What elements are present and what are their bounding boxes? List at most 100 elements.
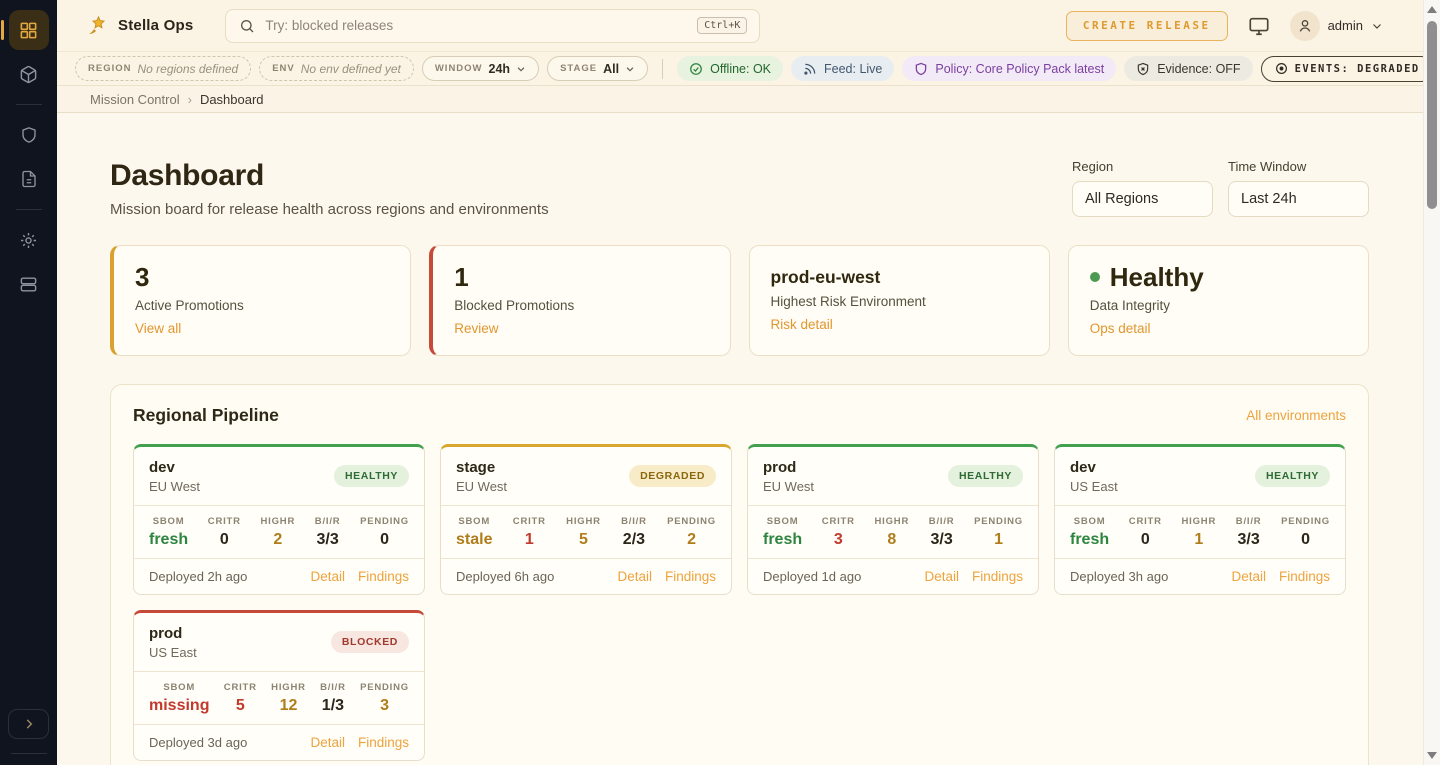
policy-status-text: Policy: Core Policy Pack latest (935, 62, 1104, 76)
status-badge: HEALTHY (948, 465, 1023, 487)
sidebar-item-documents[interactable] (9, 159, 49, 199)
region-filter-value: No regions defined (137, 62, 238, 76)
stat-value: 1 (454, 263, 708, 292)
metric-pending: PENDING2 (667, 516, 716, 549)
deployed-timestamp: Deployed 6h ago (456, 569, 554, 584)
view-all-link[interactable]: View all (135, 321, 181, 336)
metric-sbom: SBOMstale (456, 516, 492, 549)
search-input[interactable] (265, 18, 687, 33)
findings-link[interactable]: Findings (358, 735, 409, 750)
page-filters: Region All Regions Time Window Last 24h (1072, 159, 1369, 217)
environment-region: EU West (456, 479, 507, 494)
env-filter-pill[interactable]: ENV No env defined yet (259, 56, 414, 81)
detail-link[interactable]: Detail (1231, 569, 1266, 584)
shield-icon (20, 126, 38, 144)
server-stack-icon (19, 275, 38, 294)
detail-link[interactable]: Detail (924, 569, 959, 584)
risk-detail-link[interactable]: Risk detail (771, 317, 833, 332)
evidence-status-chip: Evidence: OFF (1124, 56, 1252, 81)
findings-link[interactable]: Findings (972, 569, 1023, 584)
divider (662, 59, 663, 79)
metric-bir: B/I/R3/3 (929, 516, 955, 549)
scrollbar-thumb[interactable] (1427, 21, 1437, 209)
target-dot-icon (1275, 62, 1288, 75)
grid-dashboard-icon (19, 21, 38, 40)
healthy-dot-icon (1090, 272, 1100, 282)
sidebar-expand-button[interactable] (8, 709, 49, 739)
chevron-down-icon (1371, 20, 1383, 32)
stat-card-active-promotions: 3 Active Promotions View all (110, 245, 411, 356)
metric-sbom: SBOMfresh (149, 516, 188, 549)
ops-detail-link[interactable]: Ops detail (1090, 321, 1151, 336)
sidebar-item-releases[interactable] (9, 54, 49, 94)
top-bar: Stella Ops Ctrl+K CREATE RELEASE ad (57, 0, 1423, 52)
top-bar-actions: CREATE RELEASE admin (1066, 11, 1383, 41)
breadcrumb: Mission Control › Dashboard (57, 86, 1423, 113)
metric-bir: B/I/R2/3 (621, 516, 647, 549)
region-filter-label: REGION (88, 63, 131, 74)
stat-label: Data Integrity (1090, 298, 1347, 313)
region-select[interactable]: All Regions (1072, 181, 1213, 217)
offline-status-chip: Offline: OK (677, 56, 783, 81)
review-link[interactable]: Review (454, 321, 498, 336)
environment-name: prod (149, 625, 197, 642)
app-title: Stella Ops (118, 17, 193, 34)
sidebar (0, 0, 57, 765)
monitor-icon[interactable] (1248, 15, 1270, 37)
findings-link[interactable]: Findings (358, 569, 409, 584)
time-window-select[interactable]: Last 24h (1228, 181, 1369, 217)
metric-critr: CRITR3 (822, 516, 855, 549)
breadcrumb-mission-control[interactable]: Mission Control (90, 92, 180, 107)
main-content: Dashboard Mission board for release heal… (57, 113, 1423, 765)
stat-value: 3 (135, 263, 389, 292)
sidebar-item-settings[interactable] (9, 220, 49, 260)
app-window: Stella Ops Ctrl+K CREATE RELEASE ad (0, 0, 1440, 765)
scrollbar-up-arrow[interactable] (1427, 6, 1437, 13)
stat-label: Active Promotions (135, 298, 389, 313)
deployed-timestamp: Deployed 2h ago (149, 569, 247, 584)
stat-value: prod-eu-west (771, 263, 1028, 287)
chevron-down-icon (516, 64, 526, 74)
stage-filter-pill[interactable]: STAGE All (547, 56, 648, 81)
breadcrumb-dashboard: Dashboard (200, 92, 264, 107)
window-filter-value: 24h (489, 62, 511, 76)
findings-link[interactable]: Findings (1279, 569, 1330, 584)
sidebar-item-security[interactable] (9, 115, 49, 155)
findings-link[interactable]: Findings (665, 569, 716, 584)
metric-sbom: SBOMfresh (763, 516, 802, 549)
all-environments-link[interactable]: All environments (1246, 408, 1346, 423)
deployed-timestamp: Deployed 1d ago (763, 569, 861, 584)
events-degraded-badge[interactable]: EVENTS: DEGRADED (1261, 56, 1434, 82)
detail-link[interactable]: Detail (310, 569, 345, 584)
chevron-down-icon (625, 64, 635, 74)
window-filter-pill[interactable]: WINDOW 24h (422, 56, 539, 81)
context-bar: REGION No regions defined ENV No env def… (57, 52, 1423, 86)
pipeline-card-stage-eu-west: stage EU West DEGRADED SBOMstale CRITR1 … (440, 444, 732, 595)
metric-critr: CRITR1 (513, 516, 546, 549)
region-filter-pill[interactable]: REGION No regions defined (75, 56, 251, 81)
scrollbar-down-arrow[interactable] (1427, 752, 1437, 759)
stat-value-text: Healthy (1110, 263, 1204, 292)
metric-highr: HIGHR2 (261, 516, 296, 549)
detail-link[interactable]: Detail (617, 569, 652, 584)
shield-icon (914, 62, 928, 76)
create-release-button[interactable]: CREATE RELEASE (1066, 11, 1228, 41)
window-filter-label: WINDOW (435, 63, 483, 74)
pipeline-card-dev-eu-west: dev EU West HEALTHY SBOMfresh CRITR0 HIG… (133, 444, 425, 595)
pipeline-card-dev-us-east: dev US East HEALTHY SBOMfresh CRITR0 HIG… (1054, 444, 1346, 595)
user-menu[interactable]: admin (1290, 11, 1383, 41)
sidebar-item-infrastructure[interactable] (9, 264, 49, 304)
stage-filter-value: All (603, 62, 619, 76)
status-badge: DEGRADED (629, 465, 716, 487)
policy-status-chip: Policy: Core Policy Pack latest (902, 56, 1116, 81)
metric-pending: PENDING1 (974, 516, 1023, 549)
sidebar-item-dashboard[interactable] (9, 10, 49, 50)
env-filter-value: No env defined yet (301, 62, 401, 76)
vertical-scrollbar[interactable] (1423, 0, 1440, 765)
detail-link[interactable]: Detail (310, 735, 345, 750)
environment-region: EU West (149, 479, 200, 494)
global-search[interactable]: Ctrl+K (225, 9, 760, 43)
panel-title: Regional Pipeline (133, 405, 279, 426)
regional-pipeline-panel: Regional Pipeline All environments dev E… (110, 384, 1369, 765)
stat-card-blocked-promotions: 1 Blocked Promotions Review (429, 245, 730, 356)
